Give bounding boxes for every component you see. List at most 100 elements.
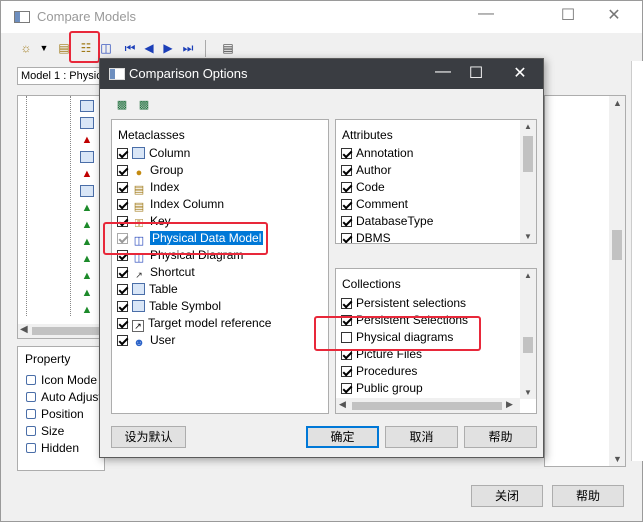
collection-item-persistent-selections[interactable]: Persistent selections (341, 295, 466, 312)
collection-label: Persistent selections (356, 296, 467, 310)
checkbox[interactable] (117, 284, 128, 295)
model-tree[interactable]: ▲ ▲ ▲ ▲ ▲ ▲ ▲ ▲ ▲ ◀ (17, 95, 105, 339)
help-button[interactable]: 帮助 (464, 426, 537, 448)
tree-line (70, 96, 71, 316)
metaclass-item-user[interactable]: ☻ User (117, 332, 175, 349)
checkbox[interactable] (341, 233, 352, 243)
property-row[interactable]: Size (26, 424, 64, 438)
close-button[interactable]: 关闭 (471, 485, 543, 507)
collection-item-public-group[interactable]: Public group (341, 380, 423, 397)
metaclass-label: Table Symbol (149, 299, 222, 313)
checkbox[interactable] (341, 182, 352, 193)
report-icon[interactable]: ▤ (219, 39, 237, 57)
scroll-thumb[interactable] (523, 136, 533, 172)
metaclass-item-index[interactable]: ▤ Index (117, 179, 179, 196)
scroll-left-icon[interactable]: ◀ (20, 324, 28, 335)
attribute-item-dbms[interactable]: DBMS (341, 230, 391, 244)
target-model-reference-icon: ↗ (132, 320, 144, 332)
metaclass-item-column[interactable]: Column (117, 145, 190, 162)
dialog-app-icon (109, 68, 125, 80)
minimize-icon[interactable]: — (428, 63, 458, 81)
metaclass-label: User (150, 333, 176, 347)
attribute-item-annotation[interactable]: Annotation (341, 145, 413, 162)
scroll-up-icon[interactable]: ▲ (524, 271, 532, 280)
options-dropdown-icon[interactable]: ▼ (35, 39, 53, 57)
uncheck-all-icon[interactable]: ▩ (136, 97, 152, 113)
collections-vertical-scrollbar[interactable]: ▲ ▼ (520, 269, 536, 399)
attribute-label: DBMS (356, 231, 391, 244)
checkbox[interactable] (117, 301, 128, 312)
right-pane-vertical-scrollbar[interactable]: ▲ ▼ (609, 96, 625, 466)
set-default-button[interactable]: 设为默认 (111, 426, 186, 448)
checkbox[interactable] (117, 148, 128, 159)
property-icon (26, 375, 36, 385)
checkbox[interactable] (117, 318, 128, 329)
checkbox[interactable] (117, 165, 128, 176)
checkbox[interactable] (117, 267, 128, 278)
scroll-thumb[interactable] (523, 337, 533, 353)
checkbox[interactable] (341, 383, 352, 394)
close-icon[interactable]: ✕ (599, 5, 629, 25)
property-label: Hidden (41, 441, 80, 455)
checkbox[interactable] (341, 165, 352, 176)
scroll-right-icon[interactable]: ▶ (506, 399, 513, 410)
close-icon[interactable]: ✕ (505, 63, 535, 83)
collection-item-procedures[interactable]: Procedures (341, 363, 417, 380)
scroll-left-icon[interactable]: ◀ (339, 399, 346, 410)
next-difference-icon[interactable]: ▶ (159, 39, 177, 57)
checkbox[interactable] (341, 366, 352, 377)
warning-icon: ▲ (81, 168, 93, 180)
scroll-down-icon[interactable]: ▼ (524, 232, 532, 241)
metaclass-item-index-column[interactable]: ▤ Index Column (117, 196, 224, 213)
cancel-button[interactable]: 取消 (385, 426, 458, 448)
metaclass-item-shortcut[interactable]: ↗ Shortcut (117, 264, 195, 281)
table-icon (80, 100, 94, 112)
toolbar-separator (205, 40, 206, 57)
maximize-icon[interactable]: ☐ (553, 5, 583, 25)
maximize-icon[interactable]: ☐ (461, 63, 491, 83)
checkbox[interactable] (117, 182, 128, 193)
ok-button[interactable]: 确定 (306, 426, 379, 448)
metaclass-item-group[interactable]: ● Group (117, 162, 183, 179)
attribute-item-author[interactable]: Author (341, 162, 391, 179)
metaclass-item-table-symbol[interactable]: Table Symbol (117, 298, 221, 315)
equal-icon: ▲ (81, 304, 93, 316)
checkbox[interactable] (341, 216, 352, 227)
attributes-panel: Attributes Annotation Author Code Commen… (335, 119, 537, 244)
checkbox[interactable] (117, 335, 128, 346)
attribute-item-databasetype[interactable]: DatabaseType (341, 213, 433, 230)
metaclasses-header: Metaclasses (118, 128, 185, 142)
attribute-item-code[interactable]: Code (341, 179, 385, 196)
equal-icon: ▲ (81, 253, 93, 265)
previous-difference-icon[interactable]: ◀ (140, 39, 158, 57)
help-button[interactable]: 帮助 (552, 485, 624, 507)
check-all-icon[interactable]: ▩ (114, 97, 130, 113)
scroll-down-icon[interactable]: ▼ (613, 454, 622, 464)
property-label: Size (41, 424, 65, 438)
model-selector[interactable]: Model 1 : Physical (17, 67, 107, 85)
options-icon[interactable]: ☼ (17, 39, 35, 57)
collections-horizontal-scrollbar[interactable]: ◀ ▶ (336, 398, 520, 413)
tree-horizontal-scrollbar[interactable]: ◀ (18, 324, 104, 338)
metaclass-item-target-model-reference[interactable]: ↗ Target model reference (117, 315, 271, 332)
property-row[interactable]: Position (26, 407, 84, 421)
first-difference-icon[interactable]: ⏮ (121, 39, 139, 57)
scroll-up-icon[interactable]: ▲ (613, 98, 622, 108)
minimize-icon[interactable]: — (471, 5, 501, 23)
checkbox[interactable] (341, 298, 352, 309)
scroll-thumb[interactable] (352, 402, 502, 410)
attribute-label: Code (356, 180, 385, 194)
property-row[interactable]: Icon Mode (26, 373, 97, 387)
scroll-down-icon[interactable]: ▼ (524, 388, 532, 397)
attribute-item-comment[interactable]: Comment (341, 196, 408, 213)
property-row[interactable]: Hidden (26, 441, 79, 455)
scroll-thumb[interactable] (32, 327, 102, 335)
checkbox[interactable] (117, 199, 128, 210)
scroll-up-icon[interactable]: ▲ (524, 122, 532, 131)
attributes-vertical-scrollbar[interactable]: ▲ ▼ (520, 120, 536, 243)
last-difference-icon[interactable]: ⏭ (179, 39, 197, 57)
metaclass-item-table[interactable]: Table (117, 281, 178, 298)
checkbox[interactable] (341, 148, 352, 159)
scroll-thumb[interactable] (612, 230, 622, 260)
checkbox[interactable] (341, 199, 352, 210)
